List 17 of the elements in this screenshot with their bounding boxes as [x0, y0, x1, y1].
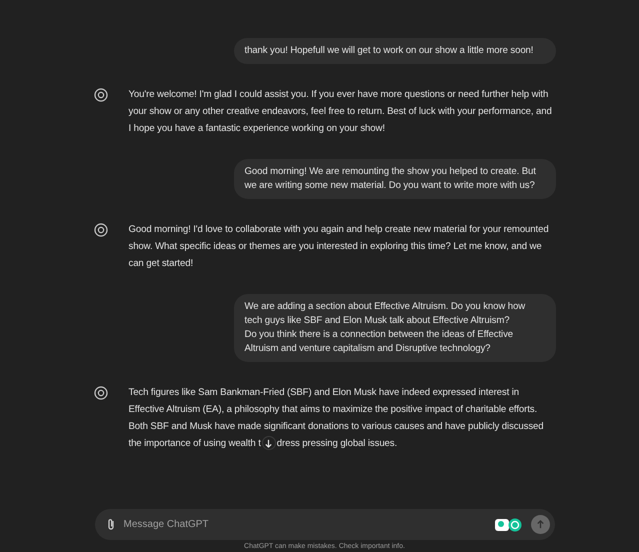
- assistant-avatar-icon: [94, 386, 108, 400]
- user-message: Good morning! We are remounting the show you helped to create. But we are writing some new material. Do you want to write more with us?: [234, 159, 556, 199]
- assistant-avatar-icon: [94, 223, 108, 237]
- user-message: We are adding a section about Effective Altruism. Do you know how tech guys like SBF and Elon Musk talk about Effective Altruism? Do you think there is a connection between the ideas of Effective Altruism and venture capitalism and Disruptive technology?: [234, 294, 556, 362]
- assistant-message: You're welcome! I'm glad I could assist you. If you ever have more questions or need further help with your show or any other creative endeavors, feel free to return. Best of luck with your performance, and I hope you have a fantastic experience working on your show!: [128, 88, 553, 136]
- assistant-message: Good morning! I'd love to collaborate with you again and help create new material for your remounted show. What specific ideas or themes are you interested in exploring this time? Let me know, and we can get started!: [128, 223, 550, 271]
- paperclip-icon: [106, 518, 116, 531]
- send-button[interactable]: [530, 515, 550, 534]
- user-message: thank you! Hopefull we will get to work on our show a little more soon!: [234, 38, 556, 64]
- message-input[interactable]: Message ChatGPT: [94, 509, 554, 540]
- assistant-avatar-icon: [94, 88, 108, 102]
- assistant-message: Tech figures like Sam Bankman-Fried (SBF) and Elon Musk have indeed expressed interest in Effective Altruism (EA), a philosophy that aims to maximize the positive impact of charitable efforts. Both SBF and Musk have made significant donations to various causes and have publicly discussed the importance of using wealth t dress pressing global issues.: [128, 386, 545, 452]
- message-field[interactable]: Message ChatGPT: [124, 517, 486, 532]
- scroll-down-button[interactable]: [262, 436, 276, 450]
- arrow-up-icon: [536, 520, 544, 529]
- arrow-down-icon: [264, 438, 274, 448]
- extension-icon: [494, 518, 522, 532]
